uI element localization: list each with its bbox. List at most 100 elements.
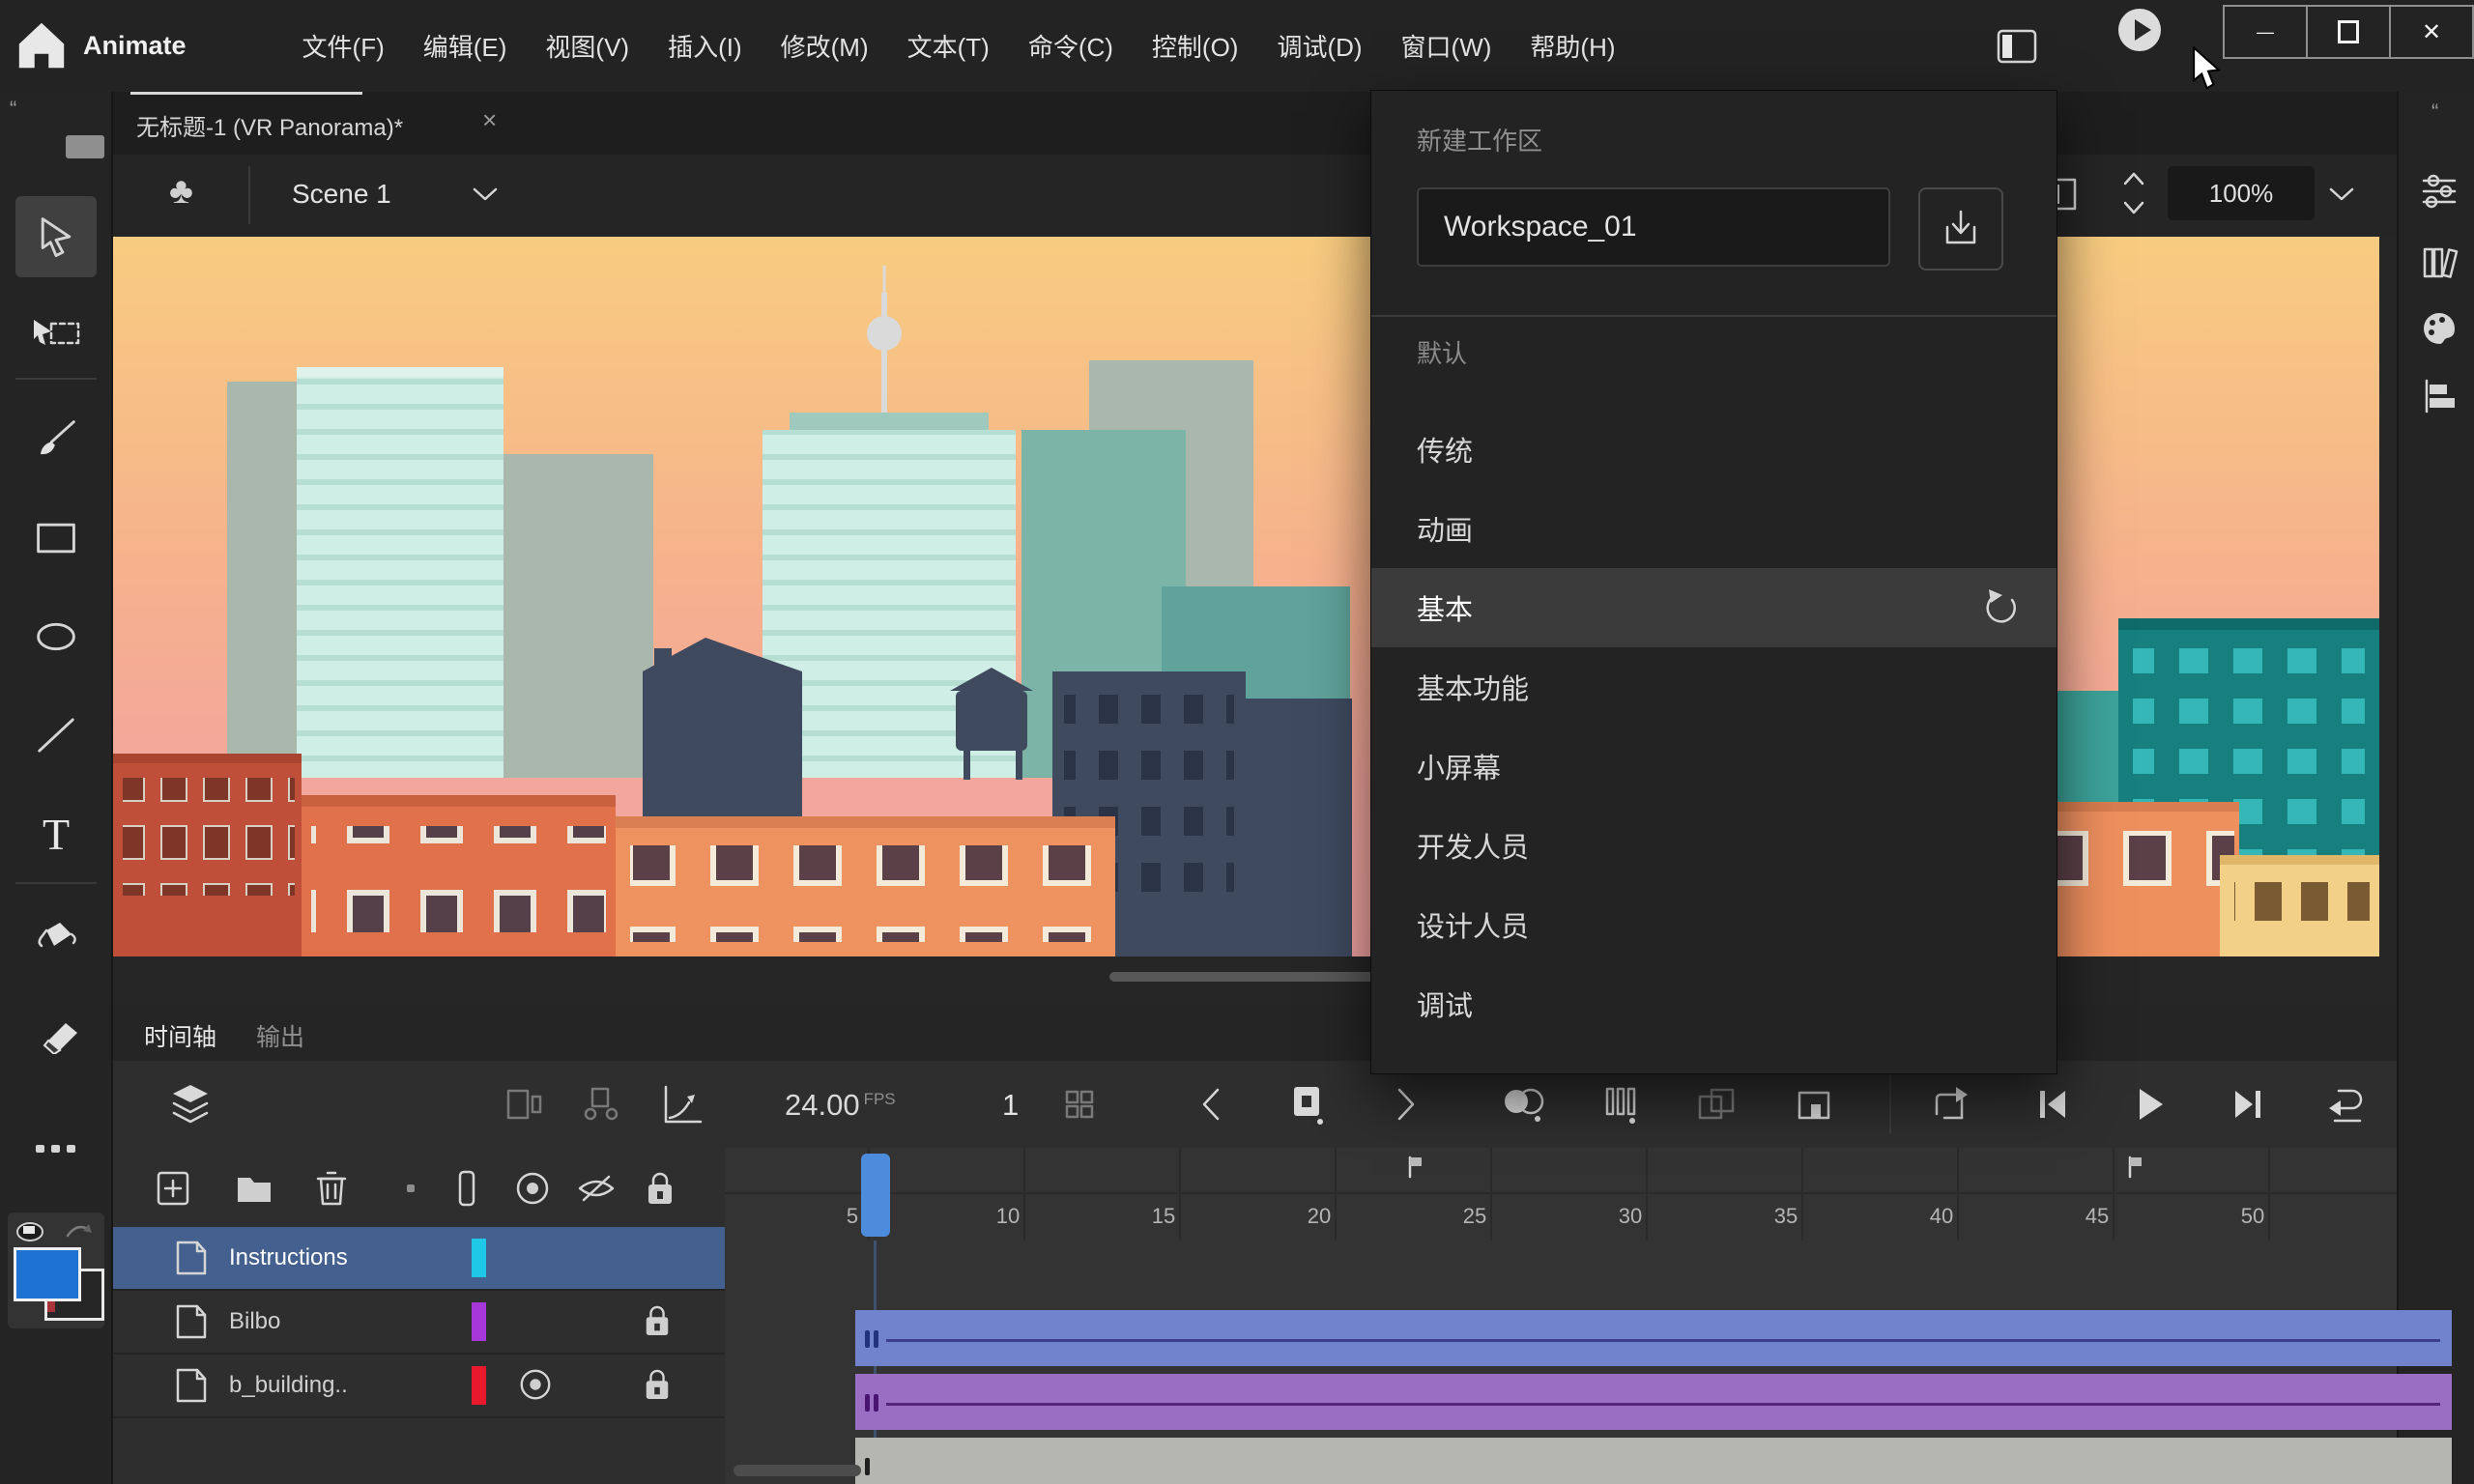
edit-multiple-frames-icon[interactable] (1690, 1077, 1744, 1131)
camera-attach-icon[interactable] (517, 1366, 554, 1403)
step-forward-icon[interactable] (2222, 1077, 2276, 1131)
minimize-button[interactable]: — (2225, 7, 2306, 57)
color-palette-icon[interactable] (2417, 306, 2461, 351)
paint-bucket-tool[interactable] (15, 898, 97, 979)
workspace-item-designer[interactable]: 设计人员 (1371, 885, 2057, 964)
properties-icon[interactable] (2417, 169, 2461, 214)
lock-icon[interactable] (643, 1302, 672, 1339)
tool-options-swatch[interactable] (66, 135, 104, 158)
brush-tool[interactable] (15, 399, 97, 480)
previous-keyframe-icon[interactable] (1184, 1077, 1238, 1131)
line-tool[interactable] (15, 695, 97, 776)
new-layer-button[interactable] (152, 1167, 194, 1210)
frame-settings-icon[interactable] (1052, 1077, 1107, 1131)
home-icon[interactable] (14, 17, 70, 73)
rewind-icon[interactable] (2320, 1077, 2374, 1131)
menu-window[interactable]: 窗口(W) (1401, 28, 1492, 64)
maximize-button[interactable] (2306, 7, 2389, 57)
chevron-down-icon[interactable] (2328, 186, 2355, 202)
track-bilbo[interactable] (855, 1374, 2452, 1430)
workspace-item-basic-functions[interactable]: 基本功能 (1371, 647, 2057, 727)
more-tools-icon[interactable] (15, 1108, 97, 1189)
text-tool[interactable]: T (15, 793, 97, 874)
onion-skin-outline-icon[interactable] (1594, 1077, 1648, 1131)
play-icon[interactable] (2123, 1077, 2177, 1131)
close-button[interactable]: ✕ (2389, 7, 2472, 57)
menu-help[interactable]: 帮助(H) (1530, 28, 1615, 64)
thumbnails-icon[interactable] (498, 1077, 552, 1131)
swap-colors-icon[interactable] (64, 1220, 93, 1241)
align-icon[interactable] (2417, 374, 2461, 418)
menu-insert[interactable]: 插入(I) (668, 28, 742, 64)
hide-all-layers-icon[interactable] (575, 1167, 618, 1210)
menu-edit[interactable]: 编辑(E) (423, 28, 507, 64)
stroke-color-icon[interactable] (15, 1218, 48, 1243)
layer-stack-icon[interactable] (163, 1077, 217, 1131)
zoom-level-field[interactable]: 100% (2168, 166, 2315, 220)
new-folder-button[interactable] (233, 1167, 275, 1210)
dock-panel-icon[interactable] (1997, 29, 2037, 64)
current-frame-value[interactable]: 1 (1002, 1088, 1019, 1123)
selection-tool[interactable] (15, 196, 97, 277)
keyframe-marker[interactable] (865, 1330, 878, 1348)
reset-workspace-icon[interactable] (1983, 587, 2024, 628)
lock-icon[interactable] (643, 1366, 672, 1403)
fps-value[interactable]: 24.00 FPS (785, 1088, 896, 1123)
delete-layer-button[interactable] (310, 1167, 353, 1210)
workspace-item-animation[interactable]: 动画 (1371, 489, 2057, 568)
menu-text[interactable]: 文本(T) (907, 28, 990, 64)
panel-collapse-icon[interactable]: “ (10, 97, 16, 122)
next-keyframe-icon[interactable] (1379, 1077, 1433, 1131)
symbol-edit-icon[interactable]: ♣ (169, 171, 193, 213)
ruler-tick: 10 (995, 1204, 1021, 1228)
chevron-down-icon[interactable] (471, 186, 500, 203)
outline-column-icon[interactable] (446, 1167, 488, 1210)
subselection-tool[interactable] (15, 293, 97, 374)
workspace-item-debug[interactable]: 调试 (1371, 964, 2057, 1043)
lock-all-layers-icon[interactable] (639, 1167, 681, 1210)
track-building[interactable] (855, 1438, 2452, 1484)
menu-debug[interactable]: 调试(D) (1277, 28, 1362, 64)
panel-collapse-icon[interactable]: “ (2431, 100, 2438, 125)
track-instructions[interactable] (855, 1310, 2452, 1366)
timeline-horizontal-scrollbar[interactable] (734, 1465, 861, 1476)
workspace-item-classic[interactable]: 传统 (1371, 410, 2057, 489)
publish-play-button[interactable] (2116, 7, 2163, 53)
scene-breadcrumb[interactable]: Scene 1 (292, 179, 391, 210)
tab-close-icon[interactable]: × (482, 105, 497, 135)
workspace-name-input[interactable] (1417, 187, 1890, 267)
workspace-item-essentials[interactable]: 基本 (1371, 568, 2057, 647)
insert-keyframe-icon[interactable] (1280, 1077, 1335, 1131)
workspace-item-developer[interactable]: 开发人员 (1371, 806, 2057, 885)
frame-graph-icon[interactable] (654, 1077, 708, 1131)
workspace-item-small-screen[interactable]: 小屏幕 (1371, 727, 2057, 806)
menu-file[interactable]: 文件(F) (302, 28, 385, 64)
layer-row-instructions[interactable]: Instructions (113, 1227, 725, 1291)
loop-playback-icon[interactable] (1922, 1077, 1976, 1131)
zoom-stepper[interactable] (2119, 168, 2148, 218)
library-icon[interactable] (2417, 239, 2461, 283)
camera-column-icon[interactable] (511, 1167, 554, 1210)
tab-timeline[interactable]: 时间轴 (144, 1018, 216, 1053)
keyframe-marker[interactable] (865, 1458, 870, 1475)
save-workspace-button[interactable] (1918, 187, 2003, 271)
frames-area[interactable]: 5 10 15 20 25 30 35 40 45 50 (725, 1148, 2452, 1484)
layer-row-bilbo[interactable]: Bilbo (113, 1291, 725, 1355)
fill-color-swatch[interactable] (14, 1247, 81, 1301)
create-frame-span-icon[interactable] (1787, 1077, 1841, 1131)
tab-output[interactable]: 输出 (256, 1018, 304, 1053)
onion-skin-icon[interactable] (1497, 1077, 1551, 1131)
keyframe-marker[interactable] (865, 1394, 878, 1412)
oval-tool[interactable] (15, 596, 97, 677)
rectangle-tool[interactable] (15, 498, 97, 579)
menu-view[interactable]: 视图(V) (545, 28, 629, 64)
menu-command[interactable]: 命令(C) (1028, 28, 1113, 64)
menu-control[interactable]: 控制(O) (1152, 28, 1239, 64)
document-tab[interactable]: 无标题-1 (VR Panorama)* (136, 108, 403, 142)
menu-modify[interactable]: 修改(M) (781, 28, 869, 64)
step-back-icon[interactable] (2025, 1077, 2079, 1131)
eraser-tool[interactable] (15, 994, 97, 1075)
layer-row-building[interactable]: b_building.. (113, 1355, 725, 1418)
onion-marker-icon[interactable] (575, 1077, 629, 1131)
playhead[interactable] (861, 1154, 890, 1237)
